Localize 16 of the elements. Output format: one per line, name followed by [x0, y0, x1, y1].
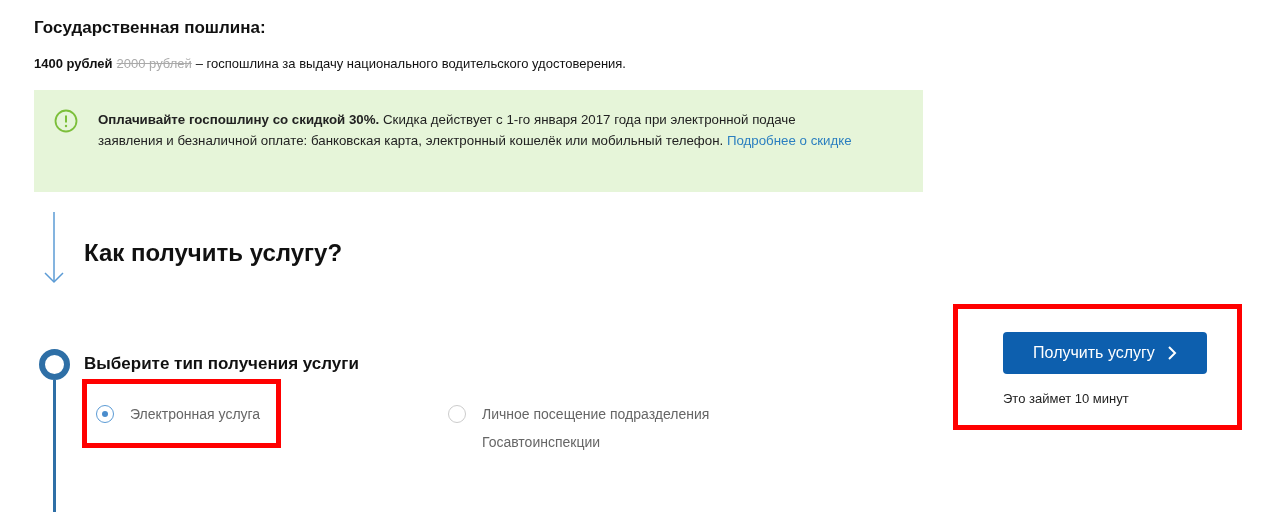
price: 1400 рублей: [34, 56, 113, 71]
step-title: Выберите тип получения услуги: [84, 354, 360, 374]
old-price: 2000 рублей: [116, 56, 192, 71]
get-service-button[interactable]: Получить услугу: [1003, 332, 1207, 374]
exclamation-icon: [54, 109, 78, 133]
step-marker: [38, 349, 70, 380]
down-arrow-icon: [44, 212, 64, 284]
notice-text: Оплачивайте госпошлину со скидкой 30%. Скидка действует с 1-го января 2017 года при электронной подаче заявления и безналичной оплате: банковская карта, электронный кошелёк или мобильный телефон. Подробнее о скидке: [98, 111, 853, 150]
option-label: Личное посещение подразделения Госавтоинспекции: [482, 405, 711, 452]
section-heading: Как получить услугу?: [84, 239, 343, 267]
option-label: Электронная услуга: [130, 405, 262, 424]
details-link[interactable]: Подробнее о скидке: [726, 133, 852, 148]
duration-note: Это займет 10 минут: [1003, 391, 1130, 406]
chevron-right-icon: [1166, 345, 1177, 361]
section-title: Государственная пошлина:: [34, 18, 267, 38]
price-description: – госпошлина за выдачу национального водительского удостоверения.: [195, 56, 626, 71]
